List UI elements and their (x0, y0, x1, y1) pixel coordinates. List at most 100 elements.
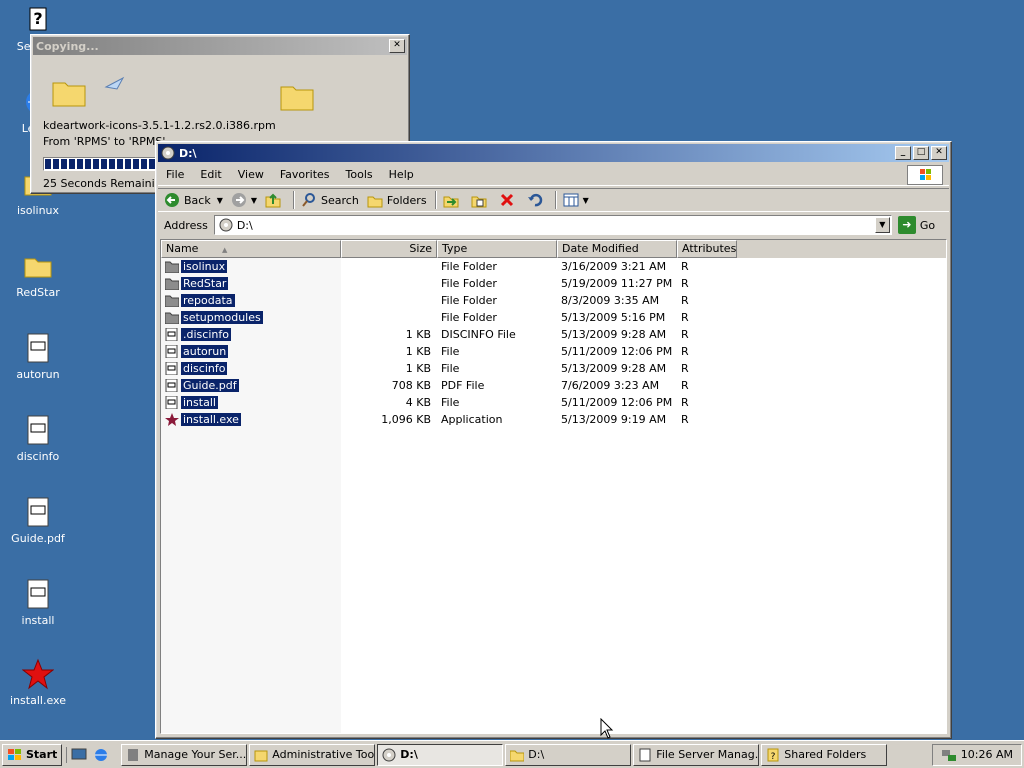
shared-folders-icon: ? (767, 748, 779, 762)
close-button[interactable]: ✕ (389, 39, 405, 53)
drive-icon (161, 146, 175, 160)
mouse-cursor-icon (600, 718, 614, 739)
folder-icon (165, 261, 179, 273)
file-icon (165, 345, 178, 358)
menu-edit[interactable]: Edit (200, 168, 221, 181)
maximize-button[interactable]: □ (913, 146, 929, 160)
menu-favorites[interactable]: Favorites (280, 168, 330, 181)
forward-arrow-icon (231, 193, 246, 207)
column-header-attributes[interactable]: Attributes (677, 240, 737, 258)
move-to-icon (443, 196, 459, 208)
list-header: Name ▲ Size Type Date Modified Attribute… (161, 240, 946, 258)
menu-view[interactable]: View (238, 168, 264, 181)
copy-time-remaining: 25 Seconds Remaining (43, 177, 169, 190)
ie-globe-icon[interactable] (93, 747, 109, 763)
delete-button[interactable] (499, 190, 519, 210)
menu-tools[interactable]: Tools (346, 168, 373, 181)
task-d-drive[interactable]: D:\ (505, 743, 632, 766)
flying-paper-icon (104, 76, 125, 90)
start-button[interactable]: Start (2, 743, 63, 766)
desktop-icon-install-exe[interactable]: install.exe (0, 658, 76, 707)
file-icon (27, 497, 49, 527)
file-row[interactable]: RedStar File Folder 5/19/2009 11:27 PM R (161, 275, 946, 292)
chevron-down-icon[interactable]: ▼ (217, 196, 223, 205)
desktop-icon-guide-pdf[interactable]: Guide.pdf (0, 496, 76, 545)
file-row[interactable]: discinfo 1 KB File 5/13/2009 9:28 AM R (161, 360, 946, 377)
go-button[interactable]: ➜ Go (897, 216, 935, 234)
clock[interactable]: 10:26 AM (961, 748, 1013, 761)
forward-button[interactable]: ▼ (231, 190, 257, 210)
file-icon (27, 333, 49, 363)
desktop-icon-autorun[interactable]: autorun (0, 332, 76, 381)
file-server-icon (639, 748, 651, 761)
toolbar-separator (554, 191, 557, 209)
views-icon (563, 193, 579, 207)
copying-titlebar[interactable]: Copying... ✕ (33, 37, 407, 55)
column-header-date-modified[interactable]: Date Modified (557, 240, 677, 258)
back-button[interactable]: Back ▼ (164, 190, 223, 210)
toolbar: Back ▼ ▼ Search Folders ▼ (158, 188, 949, 212)
file-icon (27, 579, 49, 609)
desktop-icon-discinfo[interactable]: discinfo (0, 414, 76, 463)
file-row[interactable]: setupmodules File Folder 5/13/2009 5:16 … (161, 309, 946, 326)
task-manage-your-server[interactable]: Manage Your Ser... (121, 743, 248, 766)
move-to-button[interactable] (443, 190, 463, 210)
red-star-icon (22, 658, 54, 690)
source-folder-icon (52, 82, 86, 107)
chevron-down-icon[interactable]: ▼ (583, 196, 589, 205)
desktop-icon-install[interactable]: install (0, 578, 76, 627)
menu-help[interactable]: Help (389, 168, 414, 181)
file-icon (165, 362, 178, 375)
network-icon[interactable] (941, 747, 957, 763)
search-button[interactable]: Search (301, 190, 359, 210)
folder-icon (165, 312, 179, 324)
task-file-server-manager[interactable]: File Server Manag... (633, 743, 760, 766)
folders-button[interactable]: Folders (367, 190, 427, 210)
task-administrative-tools[interactable]: Administrative Tools (249, 743, 376, 766)
undo-button[interactable] (527, 190, 547, 210)
explorer-window: D:\ _ □ ✕ File Edit View Favorites Tools… (155, 141, 952, 739)
address-dropdown-button[interactable]: ▼ (874, 217, 890, 233)
file-row[interactable]: autorun 1 KB File 5/11/2009 12:06 PM R (161, 343, 946, 360)
file-row[interactable]: install 4 KB File 5/11/2009 12:06 PM R (161, 394, 946, 411)
desktop-icon-redstar[interactable]: RedStar (0, 250, 76, 299)
address-bar: Address D:\ ▼ ➜ Go (158, 213, 949, 237)
menu-file[interactable]: File (166, 168, 184, 181)
file-row[interactable]: Guide.pdf 708 KB PDF File 7/6/2009 3:23 … (161, 377, 946, 394)
column-header-size[interactable]: Size (341, 240, 437, 258)
taskbar: Start Manage Your Ser... Administrative … (0, 740, 1024, 768)
up-folder-button[interactable] (265, 190, 285, 210)
toolbar-separator (434, 191, 437, 209)
toolbar-separator (293, 191, 296, 209)
show-desktop-icon[interactable] (71, 747, 87, 763)
copy-to-icon (471, 196, 487, 208)
close-button[interactable]: ✕ (931, 146, 947, 160)
folder-icon (165, 295, 179, 307)
file-row[interactable]: .discinfo 1 KB DISCINFO File 5/13/2009 9… (161, 326, 946, 343)
server-icon (128, 748, 139, 761)
copy-from-to: From 'RPMS' to 'RPMS' (43, 135, 166, 148)
chevron-down-icon[interactable]: ▼ (251, 196, 257, 205)
task-d-drive-active[interactable]: D:\ (377, 743, 504, 766)
task-shared-folders[interactable]: ? Shared Folders (761, 743, 888, 766)
column-header-name[interactable]: Name ▲ (161, 240, 341, 258)
go-arrow-icon: ➜ (897, 216, 916, 234)
file-icon (165, 328, 178, 341)
folder-icon (24, 258, 52, 278)
explorer-title: D:\ (179, 146, 197, 160)
up-folder-icon (265, 193, 281, 208)
file-icon (27, 415, 49, 445)
folder-icon (510, 750, 525, 761)
address-input[interactable]: D:\ ▼ (213, 215, 892, 235)
file-row[interactable]: repodata File Folder 8/3/2009 3:35 AM R (161, 292, 946, 309)
file-row[interactable]: isolinux File Folder 3/16/2009 3:21 AM R (161, 258, 946, 275)
file-list: Name ▲ Size Type Date Modified Attribute… (160, 239, 947, 734)
copy-to-button[interactable] (471, 190, 491, 210)
back-arrow-icon (165, 193, 179, 207)
views-button[interactable]: ▼ (563, 190, 589, 210)
minimize-button[interactable]: _ (895, 146, 911, 160)
file-icon (165, 379, 178, 392)
file-row[interactable]: install.exe 1,096 KB Application 5/13/20… (161, 411, 946, 428)
explorer-titlebar[interactable]: D:\ _ □ ✕ (158, 144, 949, 162)
column-header-type[interactable]: Type (437, 240, 557, 258)
